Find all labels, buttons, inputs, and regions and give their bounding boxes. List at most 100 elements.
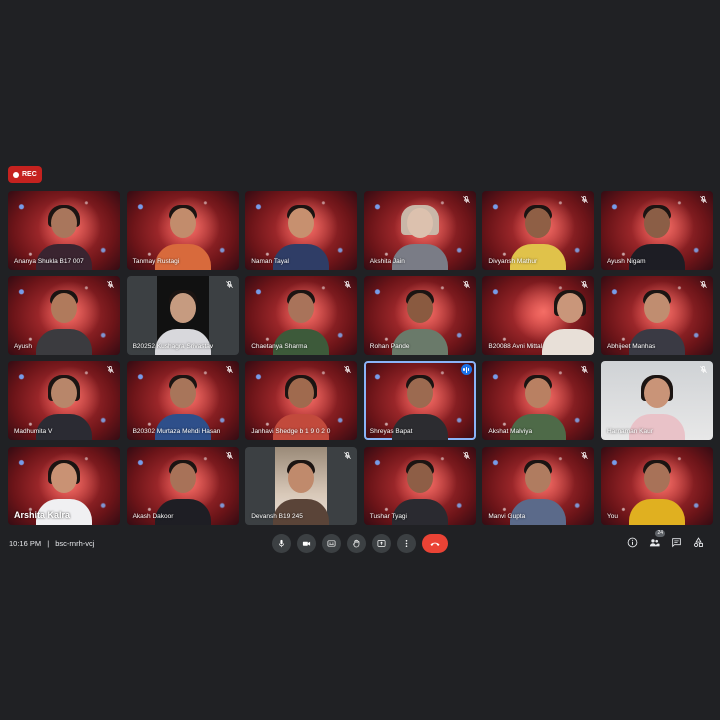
info-icon — [627, 537, 638, 548]
participant-count-badge: 24 — [655, 530, 665, 537]
participant-name: Naman Tayal — [251, 257, 290, 265]
raise-hand-button[interactable] — [347, 534, 366, 553]
participant-tile[interactable]: B20088 Avni Mittal — [482, 276, 595, 355]
participant-tile[interactable]: B20302 Murtaza Mehdi Hasan — [126, 361, 239, 440]
participant-tile[interactable]: Akshita Jain — [363, 191, 476, 270]
mic-off-icon — [700, 195, 707, 203]
meeting-code: bsc-rnrh-vcj — [55, 539, 95, 548]
participant-tile[interactable]: Naman Tayal — [245, 191, 358, 270]
recording-label: REC — [22, 171, 37, 178]
meeting-details-button[interactable] — [626, 536, 639, 549]
participant-name: Divyansh Mathur — [488, 257, 538, 265]
participant-name: Devansh B19 245 — [251, 513, 303, 521]
participant-tile[interactable]: Manvi Gupta — [482, 446, 595, 526]
recording-indicator: REC — [8, 166, 42, 183]
participant-tile[interactable]: Ayush Nigam — [600, 191, 713, 270]
participant-name: B20252 Kushagra Srivastav — [132, 342, 214, 350]
participant-tile[interactable]: Ayush — [8, 276, 120, 355]
participant-name: Akshita Jain — [369, 257, 405, 265]
call-end-icon — [430, 542, 440, 546]
participant-tile-active-speaker[interactable]: Shreyas Bapat — [363, 361, 476, 440]
participant-tile[interactable]: Madhumita V — [8, 361, 120, 440]
present-screen-button[interactable] — [372, 534, 391, 553]
participant-name: Janhavi Shedge b 1 9 0 2 0 — [251, 427, 331, 435]
call-controls — [272, 534, 448, 553]
separator: | — [47, 539, 50, 548]
shapes-icon — [693, 537, 703, 548]
participant-tile[interactable]: Tanmay Rustagi — [126, 191, 239, 270]
activities-button[interactable] — [692, 536, 705, 549]
participant-tile[interactable]: Janhavi Shedge b 1 9 0 2 0 — [245, 361, 358, 440]
captions-button[interactable] — [322, 534, 341, 553]
participant-name: Ananya Shukla B17 007 — [14, 257, 84, 265]
participant-tile[interactable]: Tushar Tyagi — [363, 446, 476, 526]
mic-off-icon — [225, 366, 233, 374]
participant-tile[interactable]: Arshita Kalra — [8, 446, 120, 526]
mic-off-icon — [581, 281, 589, 289]
video-camera-icon — [302, 541, 311, 546]
mic-off-icon — [581, 451, 589, 459]
participant-name: Ayush Nigam — [606, 257, 646, 265]
participant-name: Chaetanya Sharma — [251, 342, 308, 350]
participant-tile[interactable]: Rohan Pande — [363, 276, 476, 355]
mic-off-icon — [700, 366, 707, 374]
participant-name: Akash Dakoor — [132, 513, 174, 521]
side-controls: 24 — [626, 530, 705, 549]
participant-name: Tushar Tyagi — [369, 513, 407, 521]
participant-name: Harnaman Kaur — [606, 427, 653, 435]
participant-tile[interactable]: Devansh B19 245 — [245, 446, 358, 526]
meeting-details: 10:16 PM | bsc-rnrh-vcj — [9, 539, 94, 548]
participant-tile[interactable]: Abhijeet Manhas — [600, 276, 713, 355]
mic-off-icon — [344, 366, 352, 374]
participant-name: B20302 Murtaza Mehdi Hasan — [132, 427, 221, 435]
people-icon — [649, 539, 660, 547]
clock-time: 10:16 PM — [9, 539, 42, 548]
mic-off-icon — [107, 281, 114, 289]
participants-button[interactable]: 24 — [648, 530, 665, 549]
participant-tile[interactable]: Akash Dakoor — [126, 446, 239, 526]
participant-name: Madhumita V — [14, 427, 53, 435]
participant-tile[interactable]: B20252 Kushagra Srivastav — [126, 276, 239, 355]
leave-call-button[interactable] — [422, 534, 448, 553]
mic-off-icon — [225, 451, 233, 459]
participant-video — [34, 285, 94, 355]
participant-name: Arshita Kalra — [14, 510, 71, 521]
participant-tile[interactable]: Akshat Malviya — [482, 361, 595, 440]
more-vert-icon — [405, 539, 408, 548]
mic-off-icon — [344, 281, 352, 289]
microphone-button[interactable] — [272, 534, 291, 553]
mic-icon — [278, 539, 285, 548]
participant-name: You — [606, 513, 618, 521]
camera-button[interactable] — [297, 534, 316, 553]
participant-video — [540, 285, 595, 355]
participant-name: Manvi Gupta — [488, 513, 526, 521]
mic-off-icon — [462, 281, 470, 289]
participant-name: Tanmay Rustagi — [132, 257, 180, 265]
hand-icon — [353, 539, 360, 548]
participant-name: B20088 Avni Mittal — [488, 342, 543, 350]
participant-tile[interactable]: Divyansh Mathur — [482, 191, 595, 270]
mic-off-icon — [462, 195, 470, 203]
bottom-bar: 10:16 PM | bsc-rnrh-vcj 24 — [0, 530, 720, 558]
chat-button[interactable] — [670, 536, 683, 549]
participant-tile-self[interactable]: You — [600, 446, 713, 526]
mic-off-icon — [462, 451, 470, 459]
participant-name: Rohan Pande — [369, 342, 410, 350]
participant-name: Ayush — [14, 342, 32, 350]
record-dot-icon — [13, 171, 19, 178]
participant-tile[interactable]: Ananya Shukla B17 007 — [8, 191, 120, 270]
participant-name: Akshat Malviya — [488, 427, 533, 435]
mic-off-icon — [225, 281, 233, 289]
speaking-indicator-icon — [460, 364, 472, 376]
chat-icon — [672, 538, 681, 548]
participant-name: Shreyas Bapat — [369, 427, 413, 435]
participant-tile[interactable]: Harnaman Kaur — [600, 361, 713, 440]
more-options-button[interactable] — [397, 534, 416, 553]
mic-off-icon — [344, 451, 352, 459]
mic-off-icon — [700, 281, 707, 289]
participant-grid: Ananya Shukla B17 007 Tanmay Rustagi Nam… — [8, 191, 713, 526]
participant-video — [627, 455, 687, 526]
participant-tile[interactable]: Chaetanya Sharma — [245, 276, 358, 355]
closed-captions-icon — [327, 540, 336, 547]
mic-off-icon — [581, 195, 589, 203]
